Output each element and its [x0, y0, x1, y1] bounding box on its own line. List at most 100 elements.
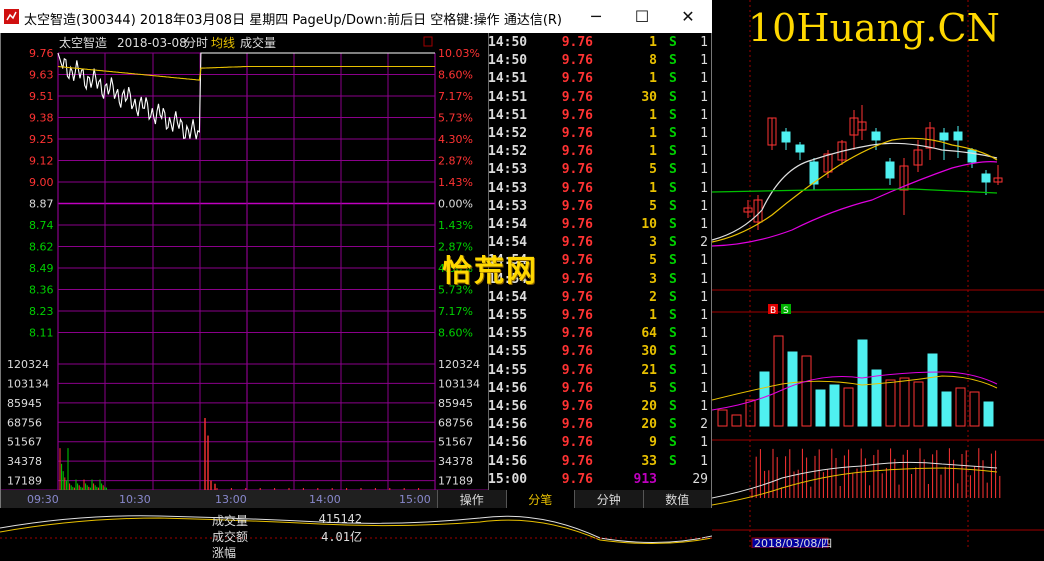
tick-count: 1 — [700, 126, 708, 141]
info-change: 涨幅 — [212, 546, 237, 560]
kline-candle — [967, 149, 977, 163]
tick-row: 14:50 9.76 8 S 1 — [488, 52, 710, 70]
tick-time: 14:55 — [488, 308, 528, 323]
tick-volume: 2 — [649, 289, 657, 305]
price-tick-label: 8.74 — [29, 219, 54, 232]
watermark-text: 10Huang.CN — [748, 6, 1000, 50]
tick-row: 14:56 9.76 9 S 1 — [488, 434, 710, 452]
price-tick-label: 8.62 — [29, 241, 54, 254]
tick-side: S — [669, 289, 677, 305]
price-tick-label: 9.51 — [29, 90, 54, 103]
kline-date-label: 2018/03/08/四 — [754, 537, 832, 548]
tick-side: S — [669, 235, 677, 251]
volume-tick-label: 120324 — [438, 358, 480, 371]
time-axis-label: 13:00 — [215, 493, 247, 506]
tick-volume: 913 — [633, 471, 657, 487]
tick-price: 9.76 — [561, 289, 593, 305]
tick-side: S — [669, 144, 677, 160]
tick-side: S — [669, 271, 677, 287]
tick-price: 9.76 — [561, 344, 593, 360]
kline-volume-bar — [983, 401, 994, 427]
tick-volume: 1 — [649, 107, 657, 123]
tick-row: 14:52 9.76 1 S 1 — [488, 143, 710, 161]
volume-tick-label: 120324 — [7, 358, 49, 371]
tab-operation[interactable]: 操作 — [437, 490, 506, 508]
tick-side: S — [669, 71, 677, 87]
tick-price: 9.76 — [561, 362, 593, 378]
tick-row: 14:51 9.76 30 S 1 — [488, 89, 710, 107]
volume-tick-label: 51567 — [438, 436, 473, 449]
percent-tick-label: 8.60% — [438, 327, 473, 340]
tick-time: 14:55 — [488, 362, 528, 378]
volume-tick-label: 68756 — [438, 416, 473, 429]
time-axis-label: 15:00 — [399, 493, 431, 506]
tab-values[interactable]: 数值 — [642, 490, 711, 508]
percent-tick-label: 7.17% — [438, 90, 473, 103]
tick-time: 14:56 — [488, 435, 528, 451]
price-tick-label: 9.00 — [29, 176, 54, 189]
price-tick-label: 8.36 — [29, 284, 54, 297]
tick-side: S — [669, 126, 677, 141]
tick-volume: 33 — [641, 453, 657, 469]
kline-candle — [795, 144, 805, 153]
logo-text: 恰荒网 — [442, 254, 538, 289]
volume-tick-label: 17189 — [438, 475, 473, 488]
tick-side: S — [669, 198, 677, 214]
tick-count: 1 — [700, 180, 708, 196]
tick-row: 14:53 9.76 1 S 1 — [488, 180, 710, 198]
price-tick-label: 9.12 — [29, 155, 54, 168]
intraday-chart[interactable]: 太空智造 2018-03-08 分时 均线 成交量 9.76 10.03% 9.63… — [1, 33, 488, 508]
kline-volume-bar — [815, 389, 826, 427]
tick-time: 14:51 — [488, 89, 528, 105]
tick-volume: 1 — [649, 71, 657, 87]
tick-volume: 20 — [641, 417, 657, 433]
maximize-button[interactable]: ☐ — [619, 0, 665, 33]
info-volume: 成交量 415142 — [212, 512, 362, 528]
volume-tick-label: 17189 — [7, 475, 42, 488]
tick-price: 9.76 — [561, 271, 593, 287]
percent-tick-label: 7.17% — [438, 305, 473, 318]
kline-volume-bar — [787, 351, 798, 427]
tick-time: 14:52 — [488, 144, 528, 160]
tick-side: S — [669, 308, 677, 323]
tick-volume: 3 — [649, 271, 657, 287]
minimize-button[interactable]: ─ — [573, 0, 619, 33]
tick-side: S — [669, 453, 677, 469]
tick-side: S — [669, 326, 677, 342]
tick-count: 1 — [700, 107, 708, 123]
kline-volume-bar — [871, 369, 882, 427]
kline-volume-bar — [857, 339, 868, 427]
tick-volume: 30 — [641, 344, 657, 360]
tick-side: S — [669, 417, 677, 433]
tick-count: 1 — [700, 289, 708, 305]
tab-ticks[interactable]: 分笔 — [505, 490, 574, 508]
percent-tick-label: 5.73% — [438, 112, 473, 125]
tick-count: 1 — [700, 71, 708, 87]
tick-price: 9.76 — [561, 417, 593, 433]
tick-count: 1 — [700, 35, 708, 50]
tick-time: 14:56 — [488, 453, 528, 469]
tick-time: 14:55 — [488, 344, 528, 360]
tick-price: 9.76 — [561, 71, 593, 87]
tick-count: 1 — [700, 271, 708, 287]
tick-row: 14:53 9.76 5 S 1 — [488, 161, 710, 179]
window-titlebar[interactable]: 太空智造(300344) 2018年03月08日 星期四 PageUp/Down… — [0, 0, 712, 34]
chart-mode: 分时 — [184, 36, 208, 50]
tick-price: 9.76 — [561, 471, 593, 487]
tick-count: 1 — [700, 144, 708, 160]
info-amount: 成交额 4.01亿 — [212, 530, 362, 544]
close-button[interactable]: ✕ — [665, 0, 711, 33]
tick-volume: 8 — [649, 53, 657, 69]
tab-minutes[interactable]: 分钟 — [574, 490, 643, 508]
kline-volume-bar — [759, 371, 770, 427]
tick-side: S — [669, 217, 677, 232]
chart-date: 2018-03-08 — [117, 36, 187, 50]
bottom-info-panel: 成交量 415142 成交额 4.01亿 涨幅 — [212, 512, 362, 560]
tick-row: 14:51 9.76 1 S 1 — [488, 70, 710, 88]
tick-row: 14:55 9.76 64 S 1 — [488, 325, 710, 343]
tick-time: 14:51 — [488, 71, 528, 87]
tick-side: S — [669, 344, 677, 360]
tick-side: S — [669, 380, 677, 396]
window-title: 太空智造(300344) 2018年03月08日 星期四 PageUp/Down… — [24, 13, 562, 28]
tick-price: 9.76 — [561, 399, 593, 414]
